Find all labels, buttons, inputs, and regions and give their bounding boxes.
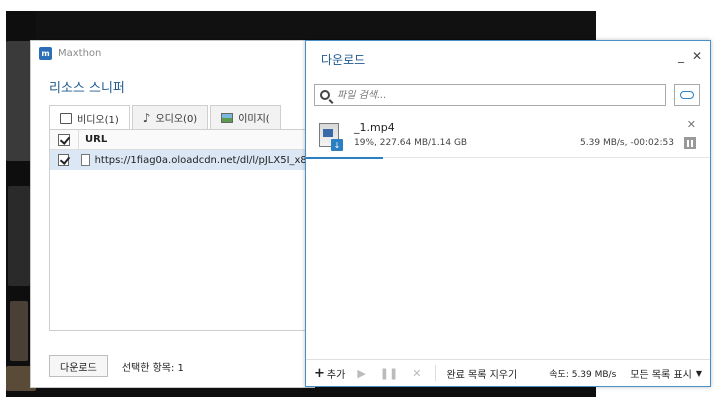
tab-image-label: 이미지(: [238, 114, 270, 125]
show-all-dropdown[interactable]: 모든 목록 표시 ▼: [630, 366, 702, 381]
select-all-checkbox[interactable]: [58, 133, 70, 146]
cancel-icon[interactable]: ✕: [412, 367, 421, 380]
download-button[interactable]: 다운로드: [49, 355, 108, 377]
row-checkbox[interactable]: [58, 154, 70, 166]
list-header: URL: [50, 130, 314, 150]
video-file-icon: ↓: [319, 123, 343, 151]
selected-count: 선택한 항목: 1: [121, 362, 184, 374]
cloud-button[interactable]: [674, 84, 700, 106]
resource-url: https://1fiag0a.oloadcdn.net/dl/l/pJLX5I…: [94, 154, 314, 166]
video-thumb-icon: [323, 129, 333, 137]
close-icon[interactable]: ✕: [690, 49, 704, 63]
tab-audio-label: 오디오(0): [155, 114, 198, 125]
pause-all-icon[interactable]: ❚❚: [380, 367, 398, 380]
pause-icon[interactable]: [684, 137, 696, 149]
toolbar-divider: [435, 365, 437, 381]
download-status: 19%, 227.64 MB/1.14 GB: [354, 138, 468, 148]
downloads-panel: 다운로드 _ ✕ ↓ _1.mp4 19%, 227.64 MB/1.14 GB…: [305, 40, 711, 387]
minimize-icon[interactable]: _: [674, 49, 688, 63]
search-row: [314, 84, 700, 106]
image-icon: [221, 112, 234, 123]
music-note-icon: ♪: [142, 110, 151, 125]
file-icon: [81, 154, 90, 166]
add-label: 추가: [326, 369, 346, 381]
tab-image[interactable]: 이미지(: [210, 105, 281, 129]
download-filename[interactable]: _1.mp4: [354, 121, 395, 134]
play-icon[interactable]: ▶: [357, 367, 365, 380]
clear-completed-button[interactable]: 완료 목록 지우기: [446, 366, 517, 381]
download-speed-eta: 5.39 MB/s, -00:02:53: [580, 138, 674, 148]
download-progress-bar: [306, 157, 383, 159]
film-icon: [60, 112, 72, 124]
backdrop-shape: [8, 186, 30, 286]
chevron-down-icon: ▼: [695, 368, 702, 378]
total-speed: 속도: 5.39 MB/s: [549, 369, 617, 380]
add-button[interactable]: + 추가: [314, 366, 345, 381]
sniffer-tabs: 비디오(1) ♪ 오디오(0) 이미지(: [49, 105, 283, 130]
show-all-label: 모든 목록 표시: [630, 369, 692, 381]
downloads-titlebar: 다운로드 _ ✕: [306, 41, 710, 77]
remove-item-icon[interactable]: ✕: [687, 118, 696, 131]
sniffer-heading: 리소스 스니퍼: [49, 81, 125, 96]
search-icon: [320, 90, 330, 100]
downloads-toolbar: + 추가 ▶ ❚❚ ✕ 완료 목록 지우기 속도: 5.39 MB/s 모든 목…: [306, 359, 710, 386]
backdrop-stripe: [36, 11, 596, 39]
search-box[interactable]: [314, 84, 666, 106]
sniffer-footer: 다운로드 선택한 항목: 1: [31, 345, 314, 387]
cloud-icon: [680, 91, 694, 99]
plus-icon: +: [314, 365, 325, 381]
download-item[interactable]: ↓ _1.mp4 19%, 227.64 MB/1.14 GB 5.39 MB/…: [306, 114, 710, 159]
tab-audio[interactable]: ♪ 오디오(0): [131, 105, 209, 129]
download-arrow-icon: ↓: [331, 139, 343, 151]
tab-video-label: 비디오(1): [77, 114, 119, 126]
backdrop-shape: [10, 301, 28, 361]
table-row[interactable]: https://1fiag0a.oloadcdn.net/dl/l/pJLX5I…: [50, 150, 314, 170]
tab-video[interactable]: 비디오(1): [49, 105, 130, 130]
app-name: Maxthon: [58, 47, 102, 59]
search-input[interactable]: [337, 89, 637, 101]
maxthon-logo-icon: m: [39, 46, 52, 60]
resource-sniffer-window: m Maxthon 리소스 스니퍼 비디오(1) ♪ 오디오(0) 이미지( U…: [30, 40, 315, 388]
column-header-url[interactable]: URL: [78, 130, 107, 149]
downloads-title: 다운로드: [321, 52, 366, 67]
sniffer-titlebar: m Maxthon: [31, 41, 314, 65]
resource-list: URL https://1fiag0a.oloadcdn.net/dl/l/pJ…: [49, 129, 315, 331]
